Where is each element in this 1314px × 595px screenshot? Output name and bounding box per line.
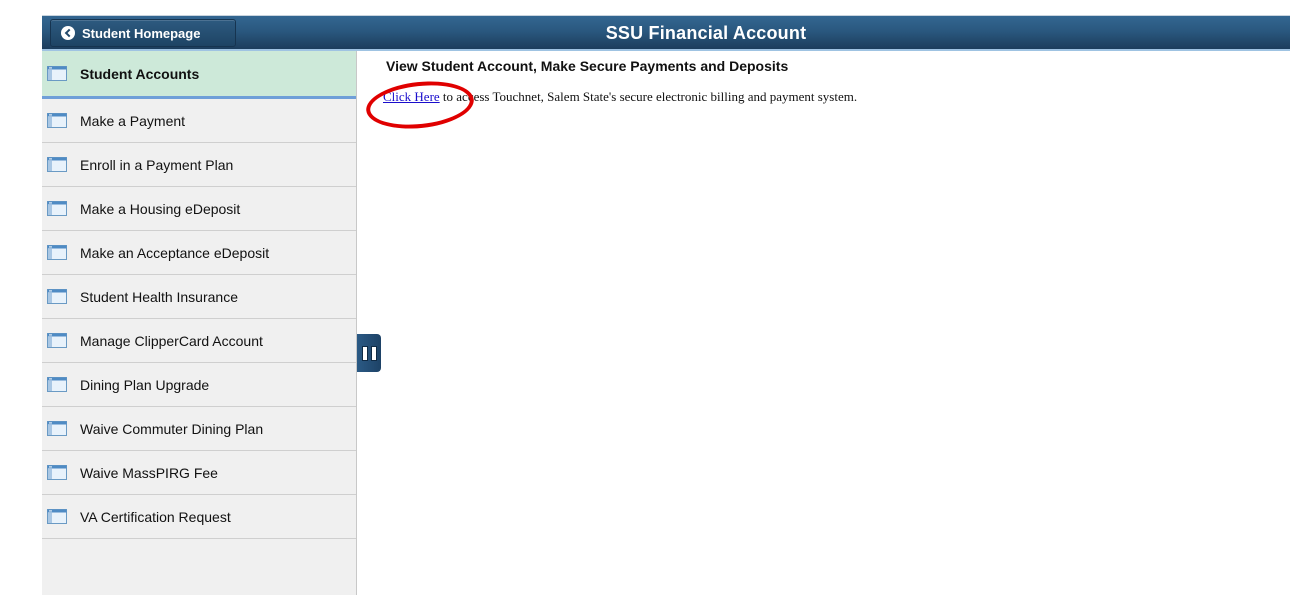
sidebar-item-label: VA Certification Request	[80, 508, 231, 525]
nav-list: Student Accounts Make a Payment Enroll in …	[42, 51, 356, 539]
description-text: Click Here to access Touchnet, Salem Sta…	[383, 89, 857, 105]
page-layout-icon	[47, 509, 67, 524]
sidebar-item-label: Enroll in a Payment Plan	[80, 156, 234, 173]
sidebar-item-dining-plan-upgrade[interactable]: Dining Plan Upgrade	[42, 363, 356, 407]
page-layout-icon	[47, 333, 67, 348]
sidebar-item-label: Manage ClipperCard Account	[80, 332, 263, 349]
page-layout-icon	[47, 289, 67, 304]
page-layout-icon	[47, 201, 67, 216]
section-title: View Student Account, Make Secure Paymen…	[386, 58, 789, 74]
sidebar-item-enroll-in-a-payment-plan[interactable]: Enroll in a Payment Plan	[42, 143, 356, 187]
sidebar-item-label: Student Accounts	[80, 65, 200, 82]
sidebar-item-student-accounts[interactable]: Student Accounts	[42, 51, 356, 99]
sidebar-item-waive-masspirg-fee[interactable]: Waive MassPIRG Fee	[42, 451, 356, 495]
sidebar-item-student-health-insurance[interactable]: Student Health Insurance	[42, 275, 356, 319]
sidebar-nav: Student Accounts Make a Payment Enroll in …	[42, 51, 357, 595]
page-layout-icon	[47, 465, 67, 480]
page-layout-icon	[47, 157, 67, 172]
main-content: View Student Account, Make Secure Paymen…	[357, 51, 1314, 595]
description-rest: to access Touchnet, Salem State's secure…	[439, 89, 858, 104]
sidebar-item-label: Make a Payment	[80, 112, 186, 129]
page-layout-icon	[47, 377, 67, 392]
click-here-link[interactable]: Click Here	[383, 89, 440, 104]
sidebar-item-label: Waive MassPIRG Fee	[80, 464, 218, 481]
sidebar-item-make-an-acceptance-edeposit[interactable]: Make an Acceptance eDeposit	[42, 231, 356, 275]
chevron-left-icon	[61, 26, 75, 40]
sidebar-item-make-a-payment[interactable]: Make a Payment	[42, 99, 356, 143]
page-layout-icon	[47, 245, 67, 260]
sidebar-item-label: Make a Housing eDeposit	[80, 200, 241, 217]
sidebar-item-label: Waive Commuter Dining Plan	[80, 420, 264, 437]
page-layout-icon	[47, 421, 67, 436]
page-layout-icon	[47, 66, 67, 81]
sidebar-item-label: Make an Acceptance eDeposit	[80, 244, 270, 261]
page-layout-icon	[47, 113, 67, 128]
student-homepage-button[interactable]: Student Homepage	[50, 19, 236, 47]
sidebar-item-label: Dining Plan Upgrade	[80, 376, 210, 393]
sidebar-item-label: Student Health Insurance	[80, 288, 238, 305]
sidebar-item-make-a-housing-edeposit[interactable]: Make a Housing eDeposit	[42, 187, 356, 231]
student-homepage-label: Student Homepage	[82, 25, 201, 41]
sidebar-item-manage-clippercard-account[interactable]: Manage ClipperCard Account	[42, 319, 356, 363]
sidebar-item-waive-commuter-dining-plan[interactable]: Waive Commuter Dining Plan	[42, 407, 356, 451]
page-header: Student Homepage SSU Financial Account	[42, 15, 1290, 51]
sidebar-item-va-certification-request[interactable]: VA Certification Request	[42, 495, 356, 539]
